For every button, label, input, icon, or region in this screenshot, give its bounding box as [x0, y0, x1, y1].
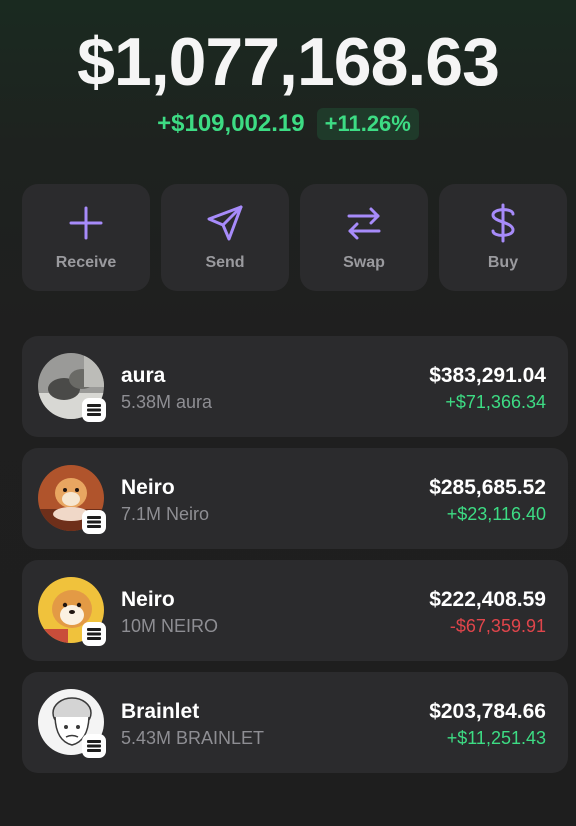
change-amount: +$109,002.19 — [157, 110, 305, 137]
token-pnl: +$71,366.34 — [445, 392, 546, 412]
dollar-icon — [488, 203, 518, 242]
token-amount: 5.38M aura — [121, 392, 213, 412]
token-value: $222,408.59 — [429, 588, 546, 611]
portfolio-change: +$109,002.19 +11.26% — [0, 108, 576, 140]
token-amount: 10M NEIRO — [121, 616, 219, 636]
token-name: Neiro — [121, 476, 175, 499]
buy-button[interactable]: Buy — [439, 184, 567, 291]
send-button[interactable]: Send — [161, 184, 289, 291]
solana-icon — [82, 734, 106, 758]
receive-label: Receive — [55, 253, 117, 271]
receive-button[interactable]: Receive — [22, 184, 150, 291]
token-pnl: +$11,251.43 — [446, 728, 546, 748]
token-amount: 5.43M BRAINLET — [121, 728, 265, 748]
change-percent-badge: +11.26% — [316, 108, 419, 140]
token-row[interactable]: Neiro 7.1M Neiro $285,685.52 +$23,116.40 — [22, 448, 568, 549]
token-name: aura — [121, 364, 166, 387]
token-row[interactable]: aura 5.38M aura $383,291.04 +$71,366.34 — [22, 336, 568, 437]
token-amount: 7.1M Neiro — [121, 504, 210, 524]
token-value: $203,784.66 — [429, 700, 546, 723]
token-list: aura 5.38M aura $383,291.04 +$71,366.34 — [22, 336, 568, 784]
swap-label: Swap — [343, 253, 385, 271]
buy-label: Buy — [487, 253, 519, 271]
token-value: $285,685.52 — [429, 476, 546, 499]
token-row[interactable]: Brainlet 5.43M BRAINLET $203,784.66 +$11… — [22, 672, 568, 773]
token-value: $383,291.04 — [429, 364, 546, 387]
token-row[interactable]: Neiro 10M NEIRO $222,408.59 -$67,359.91 — [22, 560, 568, 661]
action-bar: Receive Send Swap Buy — [22, 184, 568, 291]
portfolio-balance: $1,077,168.63 — [77, 24, 500, 100]
solana-icon — [82, 510, 106, 534]
solana-icon — [82, 398, 106, 422]
token-name: Brainlet — [121, 700, 200, 723]
swap-icon — [346, 204, 382, 242]
token-name: Neiro — [121, 588, 175, 611]
solana-icon — [82, 622, 106, 646]
token-pnl: -$67,359.91 — [449, 616, 546, 636]
portfolio-header: $1,077,168.63 +$109,002.19 +11.26% — [0, 22, 576, 140]
send-label: Send — [205, 253, 245, 271]
token-pnl: +$23,116.40 — [446, 504, 546, 524]
swap-button[interactable]: Swap — [300, 184, 428, 291]
plus-icon — [68, 204, 104, 242]
send-icon — [206, 204, 244, 242]
